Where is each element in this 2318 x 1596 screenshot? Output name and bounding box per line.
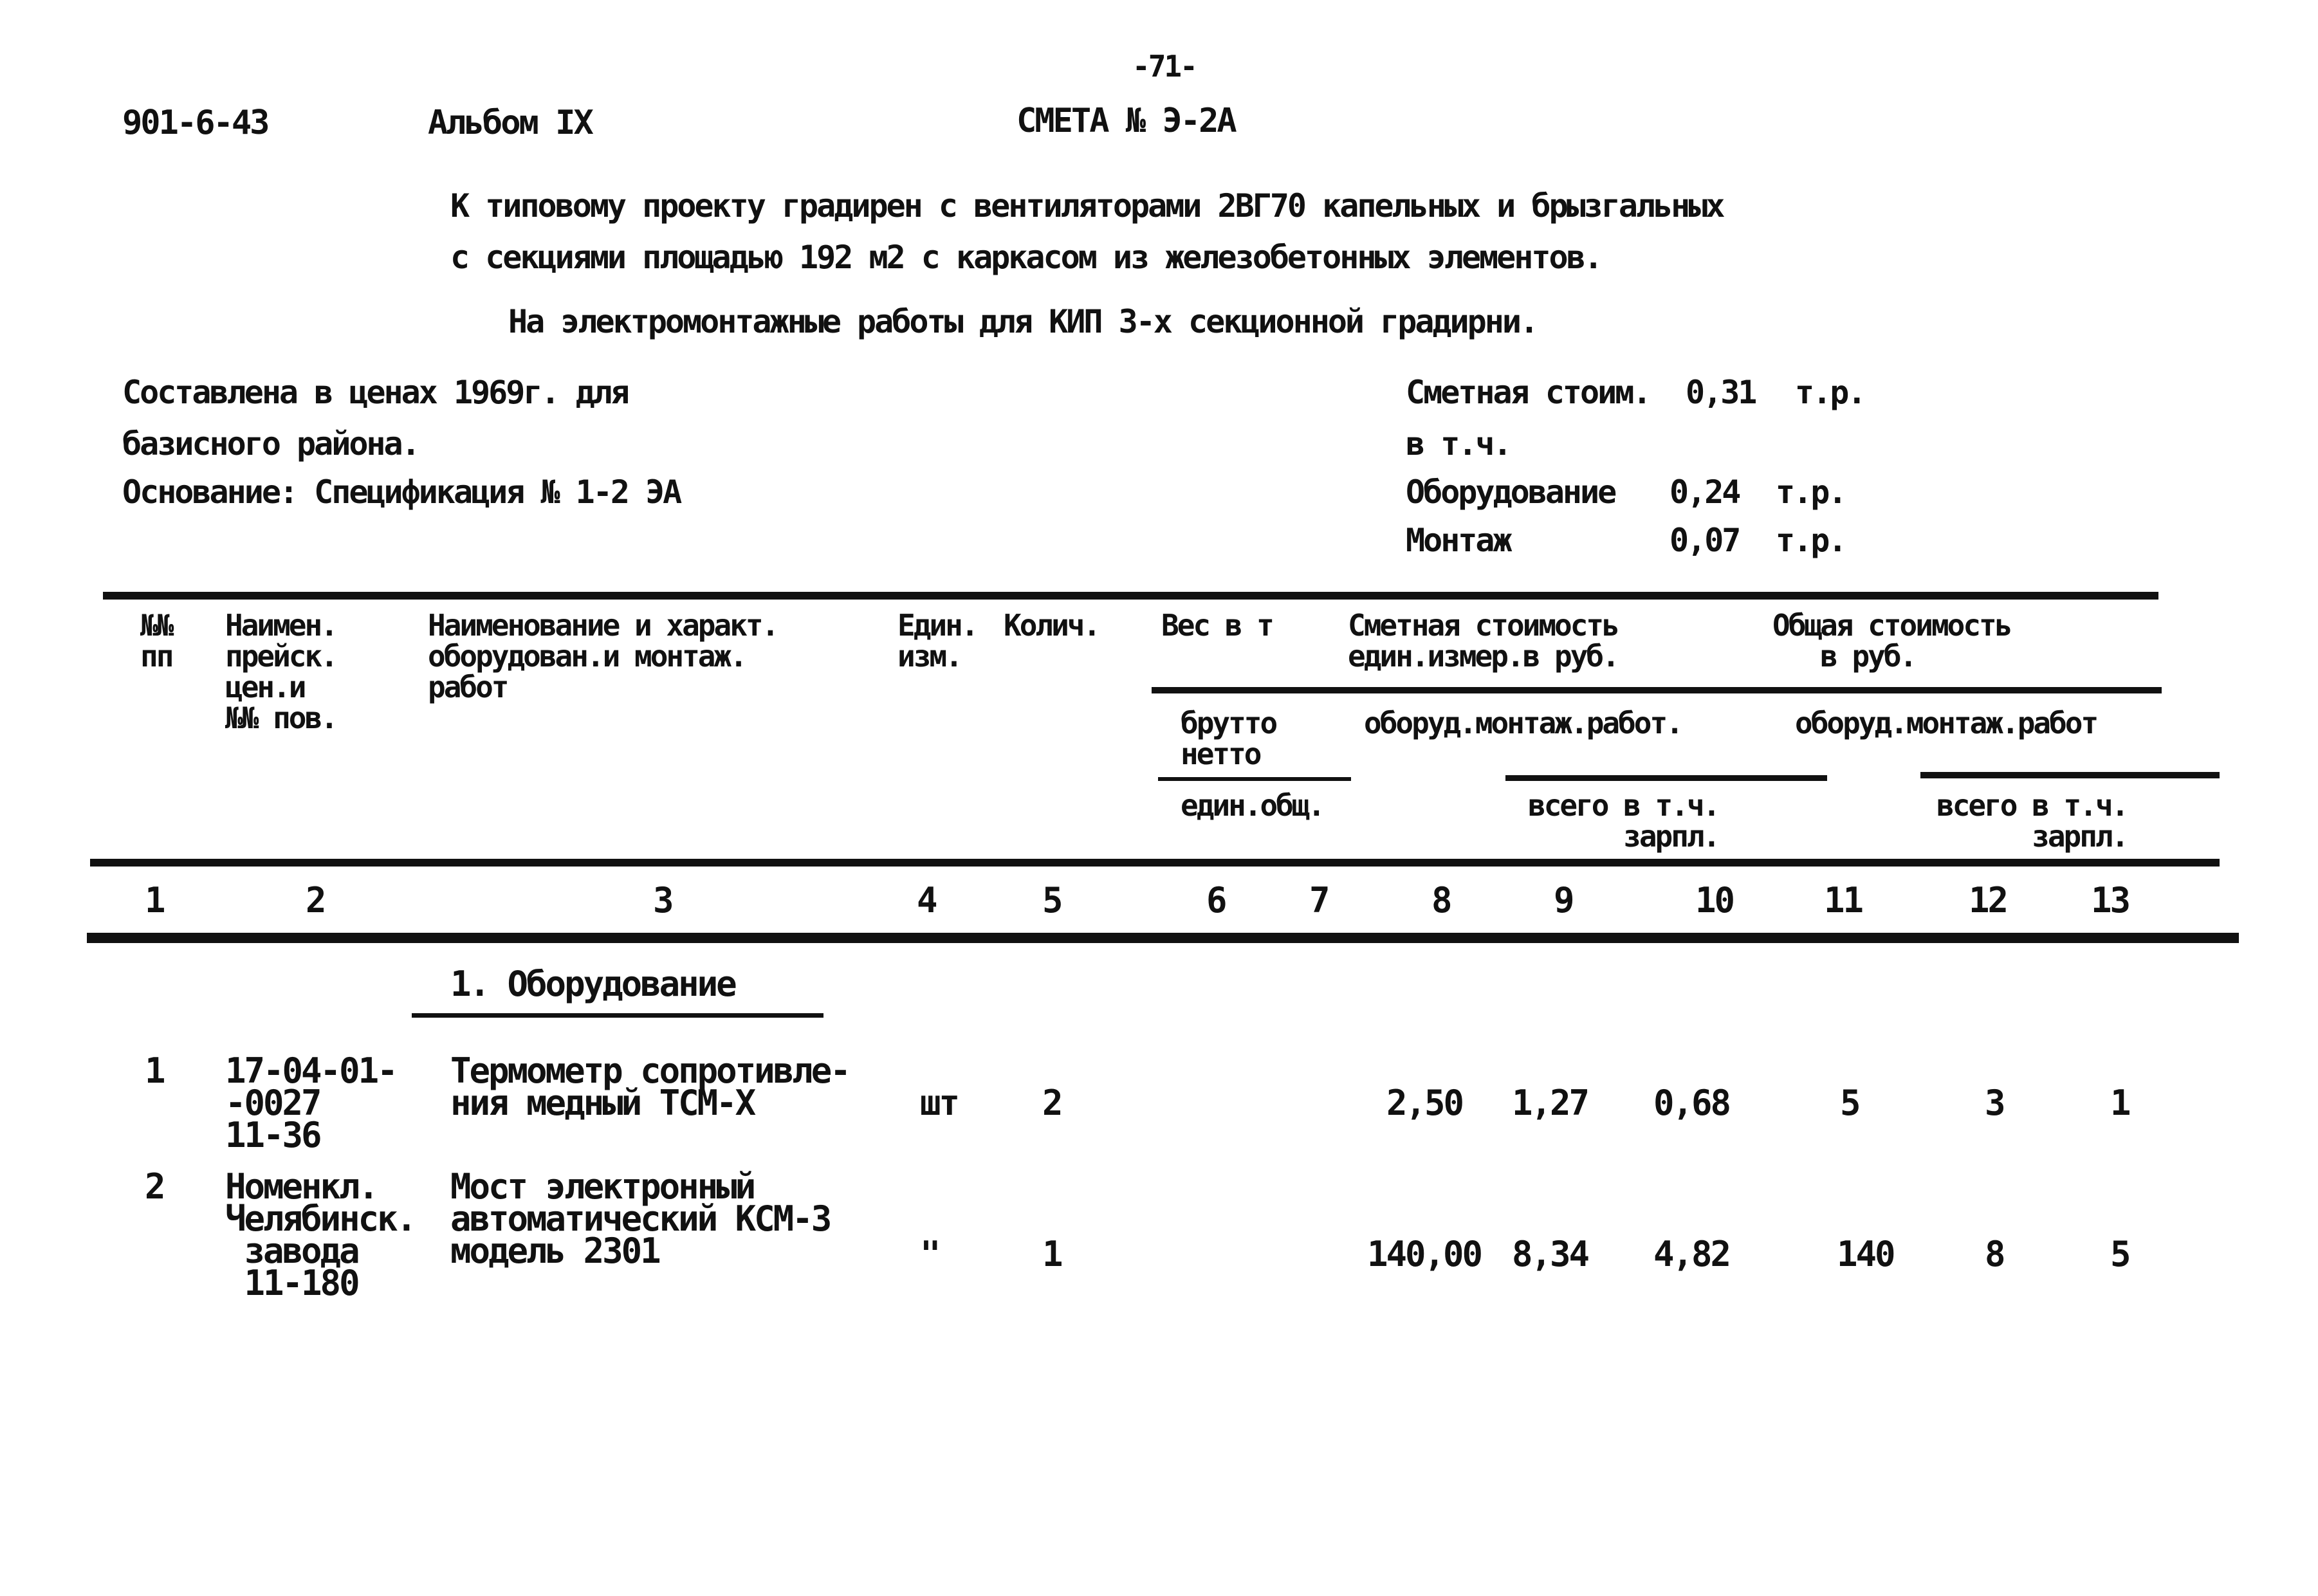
region-basis: базисного района. [122, 425, 421, 463]
subtitle-line-1: К типовому проекту градирен с вентилятор… [450, 187, 1725, 225]
row-number: 2 [145, 1166, 165, 1207]
row-total-install-wage: 5 [2110, 1234, 2131, 1274]
row-name: Термометр сопротивле- ния медный ТСМ-Х [450, 1050, 851, 1123]
row-total-install-total: 3 [1985, 1083, 2005, 1123]
section-title-underline [412, 1013, 823, 1018]
table-top-rule [103, 592, 2158, 600]
header-unit-install-split: всего в т.ч. зарпл. [1528, 788, 1720, 854]
cost-group-rule [1152, 687, 2162, 693]
unit-install-sub-rule [1505, 775, 1827, 781]
total-cost-unit: т.р. [1795, 374, 1866, 411]
row-total-equipment-cost: 140 [1837, 1234, 1896, 1274]
row-price-code: Номенкл. Челябинск. завода 11-180 [225, 1166, 417, 1303]
row-unit-install-total: 8,34 [1512, 1234, 1590, 1274]
column-number: 5 [1042, 880, 1063, 921]
header-bottom-rule [90, 859, 2220, 867]
price-basis: Составлена в ценах 1969г. для [122, 374, 630, 411]
equipment-cost-value: 0,24 [1670, 473, 1741, 511]
including-label: в т.ч. [1406, 425, 1513, 463]
header-total-cost: Общая стоимость в руб. [1772, 608, 2012, 674]
row-unit-install-wage: 4,82 [1653, 1234, 1731, 1274]
column-number: 13 [2091, 880, 2131, 921]
column-numbers-bottom-rule [87, 933, 2239, 943]
weight-sub-rule [1158, 777, 1351, 781]
column-number: 3 [653, 880, 674, 921]
row-number: 1 [145, 1050, 165, 1091]
header-price-code: Наимен. прейск. цен.и №№ пов. [225, 608, 338, 735]
column-number: 12 [1969, 880, 2009, 921]
specification-basis: Основание: Спецификация № 1-2 ЭА [122, 473, 682, 511]
doc-code: 901-6-43 [122, 104, 270, 142]
header-name: Наименование и характ. оборудован.и монт… [428, 608, 779, 704]
row-name: Мост электронный автоматический КСМ-3 мо… [450, 1166, 832, 1271]
row-unit: шт [920, 1083, 960, 1123]
header-item-number: №№ пп [140, 608, 174, 674]
installation-cost-label: Монтаж [1406, 522, 1513, 559]
column-number: 10 [1695, 880, 1735, 921]
header-weight-gross-net: брутто нетто [1181, 706, 1278, 771]
installation-cost-unit: т.р. [1776, 522, 1847, 559]
row-quantity: 1 [1042, 1234, 1063, 1274]
total-cost-value: 0,31 [1686, 374, 1757, 411]
equipment-cost-label: Оборудование [1406, 473, 1617, 511]
column-number: 6 [1206, 880, 1227, 921]
row-price-code: 17-04-01- -0027 11-36 [225, 1050, 398, 1155]
total-cost-label: Сметная стоим. [1406, 374, 1651, 411]
header-weight-unit-total: един.общ. [1181, 788, 1325, 823]
subtitle-line-2: с секциями площадью 192 м2 с каркасом из… [450, 239, 1603, 276]
row-unit-install-wage: 0,68 [1653, 1083, 1731, 1123]
header-total-install-split: всего в т.ч. зарпл. [1936, 788, 2129, 854]
row-total-install-wage: 1 [2110, 1083, 2131, 1123]
header-total-cost-split: оборуд.монтаж.работ [1795, 706, 2099, 740]
column-number: 8 [1431, 880, 1452, 921]
header-quantity: Колич. [1004, 608, 1101, 643]
header-unit: Един. изм. [897, 608, 979, 674]
row-total-equipment-cost: 5 [1840, 1083, 1861, 1123]
total-install-sub-rule [1920, 772, 2220, 778]
row-unit-equipment-cost: 140,00 [1367, 1234, 1483, 1274]
header-unit-cost: Сметная стоимость един.измер.в руб. [1348, 608, 1620, 674]
column-number: 9 [1554, 880, 1574, 921]
column-number: 4 [917, 880, 937, 921]
section-title: 1. Оборудование [450, 964, 737, 1004]
row-unit: " [920, 1234, 941, 1274]
header-weight: Вес в т [1161, 608, 1274, 643]
row-unit-equipment-cost: 2,50 [1386, 1083, 1464, 1123]
column-number: 1 [145, 880, 165, 921]
column-number: 7 [1309, 880, 1330, 921]
subtitle-line-3: На электромонтажные работы для КИП 3-х с… [508, 303, 1539, 340]
equipment-cost-unit: т.р. [1776, 473, 1847, 511]
row-quantity: 2 [1042, 1083, 1063, 1123]
column-number: 2 [306, 880, 326, 921]
installation-cost-value: 0,07 [1670, 522, 1741, 559]
document-title: СМЕТА № Э-2А [1016, 102, 1237, 140]
page-number: -71- [1132, 49, 1198, 84]
row-total-install-total: 8 [1985, 1234, 2005, 1274]
header-unit-cost-split: оборуд.монтаж.работ. [1364, 706, 1684, 740]
row-unit-install-total: 1,27 [1512, 1083, 1590, 1123]
album-label: Альбом IX [428, 104, 594, 142]
column-number: 11 [1824, 880, 1864, 921]
